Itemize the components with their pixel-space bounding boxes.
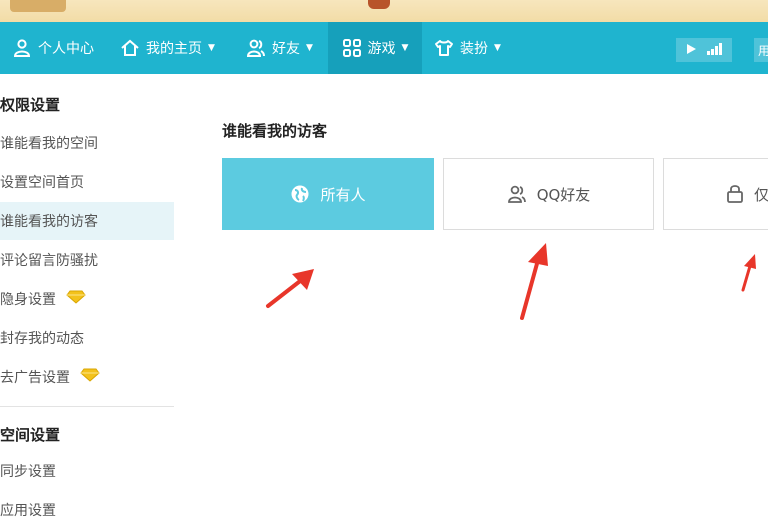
sidebar-item-app-settings[interactable]: 应用设置 [0, 491, 174, 529]
sidebar-item-invisible-settings[interactable]: 隐身设置 [0, 280, 174, 318]
top-navbar: 个人中心 我的主页 ▼ 好友 ▼ 游戏 ▼ 装扮 ▼ 用 [0, 22, 768, 74]
chevron-down-icon: ▼ [306, 43, 313, 53]
sidebar-section-title: 权限设置 [0, 96, 61, 114]
volume-bars-icon [707, 42, 723, 58]
nav-item-friends[interactable]: 好友 ▼ [246, 22, 313, 74]
sidebar-item-label: 去广告设置 [0, 370, 70, 386]
nav-label: 游戏 [367, 41, 396, 57]
annotation-arrow [741, 254, 756, 292]
chevron-down-icon: ▼ [208, 43, 215, 53]
friends-icon [507, 184, 527, 204]
nav-item-decorate[interactable]: 装扮 ▼ [434, 22, 501, 74]
nav-item-my-homepage[interactable]: 我的主页 ▼ [120, 22, 215, 74]
globe-icon [290, 184, 310, 204]
nav-item-personal-center[interactable]: 个人中心 [12, 22, 94, 74]
option-label: 仅 [754, 185, 768, 204]
diamond-icon [66, 290, 86, 308]
banner-decoration [368, 0, 390, 9]
sidebar-item-remove-ads[interactable]: 去广告设置 [0, 358, 174, 396]
nav-label: 我的主页 [146, 41, 202, 57]
music-player-button[interactable] [676, 38, 732, 62]
chevron-down-icon: ▼ [401, 43, 409, 53]
home-icon [120, 38, 140, 58]
sidebar-item-label: 谁能看我的空间 [0, 136, 98, 152]
nav-right-label: 用 [757, 43, 768, 58]
friends-icon [246, 38, 266, 58]
sidebar-item-label: 封存我的动态 [0, 331, 84, 347]
banner-decoration [10, 0, 66, 12]
option-everyone[interactable]: 所有人 [222, 158, 434, 230]
option-label: QQ好友 [536, 185, 591, 204]
sidebar-item-sync-settings[interactable]: 同步设置 [0, 452, 174, 490]
option-only[interactable]: 仅 [663, 158, 768, 230]
play-icon [685, 43, 697, 58]
sidebar-section-title: 空间设置 [0, 426, 61, 444]
grid-icon [342, 38, 362, 58]
sidebar-item-who-can-view-space[interactable]: 谁能看我的空间 [0, 124, 174, 162]
annotation-arrow [266, 269, 314, 308]
nav-right-button[interactable]: 用 [754, 38, 768, 62]
top-banner-strip [0, 0, 768, 22]
chevron-down-icon: ▼ [494, 43, 501, 53]
nav-label: 个人中心 [38, 41, 94, 57]
sidebar-item-label: 评论留言防骚扰 [0, 253, 98, 269]
lock-icon [726, 184, 744, 204]
sidebar-item-space-homepage[interactable]: 设置空间首页 [0, 163, 174, 201]
sidebar-item-label: 同步设置 [0, 464, 56, 480]
sidebar-item-label: 应用设置 [0, 503, 56, 519]
sidebar-item-label: 隐身设置 [0, 292, 56, 308]
nav-label: 装扮 [460, 41, 488, 57]
annotation-arrow [520, 243, 548, 320]
page-title: 谁能看我的访客 [222, 122, 328, 140]
sidebar-item-archive-feed[interactable]: 封存我的动态 [0, 319, 174, 357]
diamond-icon [80, 368, 100, 386]
sidebar-item-label: 谁能看我的访客 [0, 214, 98, 230]
sidebar-item-label: 设置空间首页 [0, 175, 84, 191]
option-qq-friends[interactable]: QQ好友 [443, 158, 654, 230]
sidebar-divider [0, 406, 174, 407]
option-label: 所有人 [320, 185, 366, 204]
sidebar-item-comment-anti-harassment[interactable]: 评论留言防骚扰 [0, 241, 174, 279]
nav-item-games[interactable]: 游戏 ▼ [328, 22, 422, 74]
shirt-icon [434, 38, 454, 58]
nav-label: 好友 [272, 41, 300, 57]
sidebar-item-who-can-view-visitors[interactable]: 谁能看我的访客 [0, 202, 174, 240]
user-icon [12, 38, 32, 58]
